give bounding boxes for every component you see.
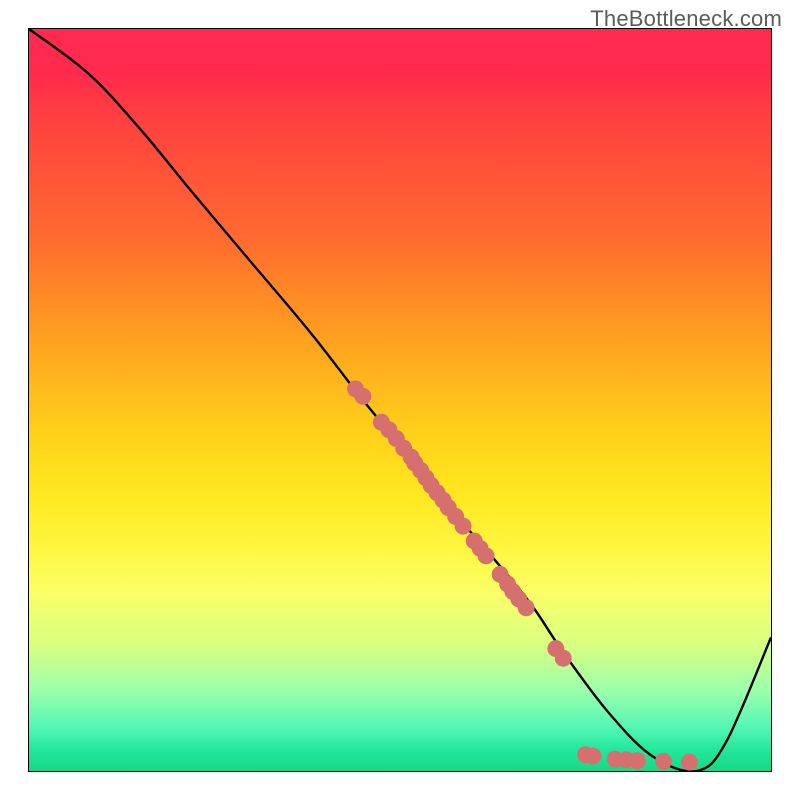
scatter-point (655, 753, 672, 770)
scatter-point (681, 754, 698, 771)
bottleneck-curve-line (29, 29, 771, 771)
scatter-point (510, 590, 527, 607)
scatter-point (472, 540, 489, 557)
scatter-point (423, 477, 440, 494)
chart-container: TheBottleneck.com (0, 0, 800, 800)
scatter-point (455, 518, 472, 535)
scatter-point (504, 583, 521, 600)
plot-area (28, 28, 772, 772)
scatter-point (406, 455, 423, 472)
scatter-point (447, 508, 464, 525)
scatter-point (547, 640, 564, 657)
scatter-point (429, 484, 446, 501)
scatter-point (478, 547, 495, 564)
scatter-point (388, 430, 405, 447)
scatter-point (555, 650, 572, 667)
scatter-point (412, 462, 429, 479)
scatter-point (373, 414, 390, 431)
scatter-point (618, 751, 635, 768)
chart-svg (29, 29, 771, 771)
scatter-point (347, 380, 364, 397)
scatter-group (347, 380, 698, 770)
scatter-point (499, 576, 516, 593)
scatter-point (354, 388, 371, 405)
scatter-point (492, 566, 509, 583)
line-series-group (29, 29, 771, 771)
scatter-point (577, 746, 594, 763)
scatter-point (417, 469, 434, 486)
scatter-point (629, 752, 646, 769)
scatter-point (440, 499, 457, 516)
scatter-point (466, 533, 483, 550)
scatter-point (395, 440, 412, 457)
scatter-point (607, 751, 624, 768)
scatter-point (403, 449, 420, 466)
scatter-point (435, 492, 452, 509)
scatter-point (584, 748, 601, 765)
scatter-point (518, 599, 535, 616)
scatter-point (380, 421, 397, 438)
